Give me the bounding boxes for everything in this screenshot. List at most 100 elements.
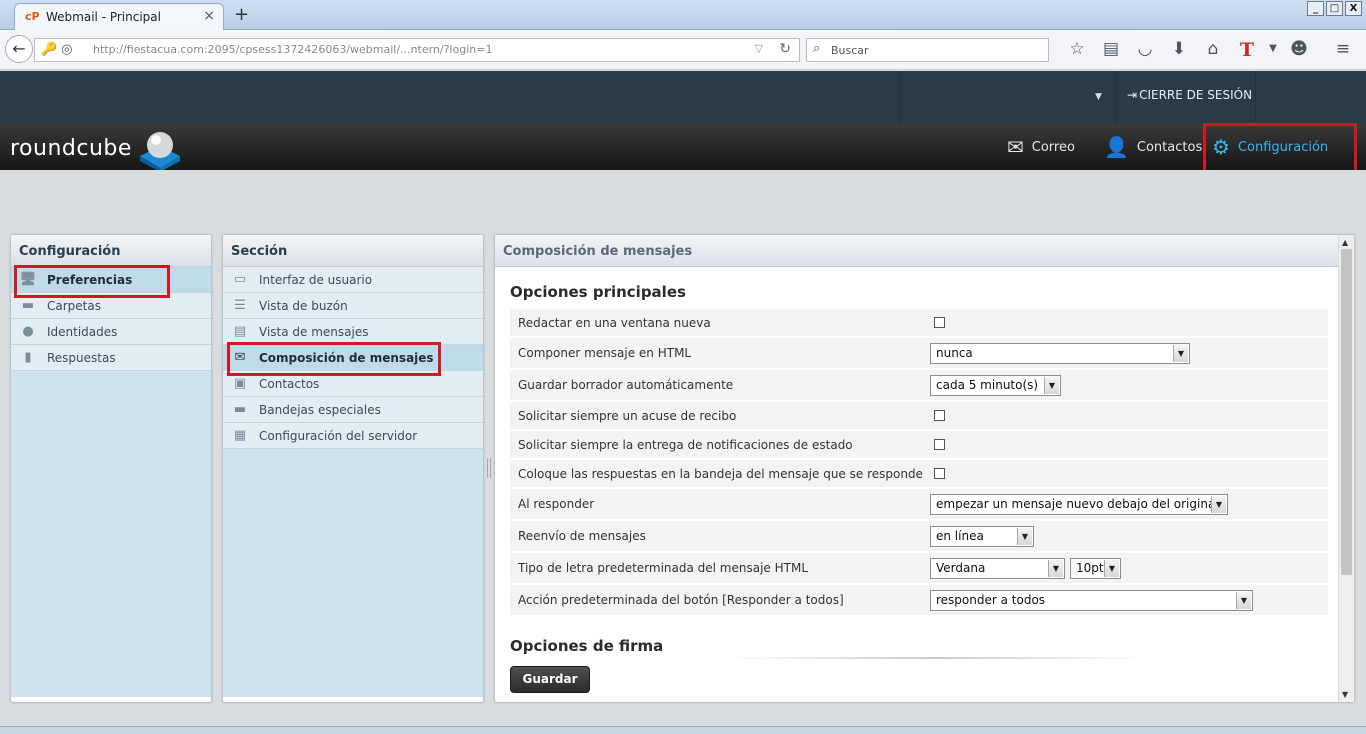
envelope-icon: ✉ (1007, 135, 1024, 159)
select-value: empezar un mensaje nuevo debajo del orig… (936, 497, 1219, 511)
list-item-label: Interfaz de usuario (259, 272, 373, 287)
reply-same-folder-checkbox[interactable] (934, 468, 945, 479)
browser-toolbar-icons: ☆ ▤ ◡ ⬇ ⌂ T ▼ ☻ ≡ (1060, 39, 1360, 61)
dsn-checkbox[interactable] (934, 439, 945, 450)
option-label: Al responder (518, 497, 595, 511)
section-bandejas[interactable]: ▬ Bandejas especiales (223, 397, 483, 423)
option-label: Componer mensaje en HTML (518, 346, 692, 360)
scroll-thumb[interactable] (1341, 249, 1352, 575)
scroll-down-icon[interactable]: ▼ (1342, 690, 1348, 699)
reply-mode-select[interactable]: empezar un mensaje nuevo debajo del orig… (930, 493, 1228, 515)
addon-dropdown-icon[interactable]: ▼ (1264, 39, 1282, 61)
tab-title: Webmail - Principal (46, 10, 161, 24)
new-tab-icon[interactable]: + (234, 4, 249, 25)
list-item-label: Configuración del servidor (259, 428, 418, 443)
monitor-icon: ▭ (233, 272, 247, 287)
url-bar[interactable]: 🔑◎ http://fiestacua.com:2095/cpsess13724… (34, 38, 800, 62)
scroll-up-icon[interactable]: ▲ (1342, 238, 1348, 247)
list-item-label: Carpetas (47, 298, 101, 313)
folder-icon: ▬ (21, 298, 35, 313)
panel-title: Sección (223, 235, 483, 267)
section-servidor[interactable]: ▦ Configuración del servidor (223, 423, 483, 449)
reply-all-select[interactable]: responder a todos ▼ (930, 589, 1253, 611)
option-label: Tipo de letra predeterminada del mensaje… (518, 561, 809, 575)
option-label: Redactar en una ventana nueva (518, 315, 711, 330)
vertical-scrollbar[interactable]: ▲ ▼ (1338, 235, 1354, 702)
chevron-down-icon: ▼ (1104, 559, 1119, 577)
home-icon[interactable]: ⌂ (1196, 39, 1230, 61)
app-header: roundcube ✉ Correo 👤 Contactos ⚙ Configu… (0, 124, 1366, 172)
highlight-box (227, 342, 441, 376)
minimize-button[interactable]: _ (1307, 1, 1324, 16)
panel-fill (223, 449, 483, 697)
settings-tabs-panel: Configuración 🖥 Preferencias ▬ Carpetas … (10, 234, 212, 703)
list-item-label: Bandejas especiales (259, 402, 381, 417)
html-compose-select[interactable]: nunca ▼ (930, 342, 1190, 364)
option-row: Tipo de letra predeterminada del mensaje… (510, 553, 1328, 585)
browser-tab[interactable]: cP Webmail - Principal × (14, 3, 224, 30)
roundcube-logo-icon (140, 132, 180, 172)
nav-contactos-label: Contactos (1136, 139, 1203, 155)
panel-splitter[interactable] (487, 458, 491, 478)
option-value: cada 5 minuto(s) ▼ (930, 374, 1328, 396)
draft-autosave-select[interactable]: cada 5 minuto(s) ▼ (930, 374, 1061, 396)
divider (1115, 71, 1116, 124)
search-bar[interactable]: ⌕ Buscar (806, 38, 1049, 62)
contacts-icon: ▣ (233, 376, 247, 391)
settings-tab-respuestas[interactable]: ▮ Respuestas (11, 345, 211, 371)
list-item-label: Vista de buzón (259, 298, 348, 313)
downloads-icon[interactable]: ⬇ (1162, 39, 1196, 61)
section-title: Opciones de firma (510, 637, 664, 655)
chevron-down-icon: ▼ (1044, 376, 1059, 394)
document-icon: ▮ (24, 350, 32, 365)
forward-mode-select[interactable]: en línea ▼ (930, 525, 1034, 547)
close-window-button[interactable]: X (1345, 1, 1362, 16)
site-identity-icon[interactable]: 🔑◎ (41, 42, 77, 57)
addon-t-icon[interactable]: T (1230, 39, 1264, 61)
app-top-bar: ▼ ⇥ CIERRE DE SESIÓN (0, 71, 1366, 124)
search-placeholder: Buscar (831, 44, 869, 57)
divider (725, 657, 1145, 659)
logout-icon: ⇥ (1127, 88, 1138, 102)
compose-new-window-checkbox[interactable] (934, 317, 945, 328)
option-row: Guardar borrador automáticamente cada 5 … (510, 370, 1328, 402)
maximize-button[interactable]: □ (1326, 1, 1343, 16)
back-button[interactable]: ← (5, 35, 33, 63)
option-row: Componer mensaje en HTML nunca ▼ (510, 338, 1328, 370)
section-interfaz[interactable]: ▭ Interfaz de usuario (223, 267, 483, 293)
panel-title: Configuración (11, 235, 211, 267)
save-button[interactable]: Guardar (510, 666, 590, 693)
close-tab-icon[interactable]: × (203, 8, 215, 24)
reload-icon[interactable]: ↻ (779, 41, 791, 57)
chat-icon[interactable]: ☻ (1282, 39, 1316, 61)
option-label: Solicitar siempre un acuse de recibo (518, 408, 737, 423)
url-text[interactable]: http://fiestacua.com:2095/cpsess13724260… (93, 43, 492, 56)
read-receipt-checkbox[interactable] (934, 410, 945, 421)
option-row: Redactar en una ventana nueva (510, 309, 1328, 338)
nav-contactos[interactable]: 👤 Contactos (1104, 124, 1202, 170)
section-vista-buzon[interactable]: ☰ Vista de buzón (223, 293, 483, 319)
chevron-down-icon: ▼ (1017, 527, 1032, 545)
menu-icon[interactable]: ≡ (1326, 39, 1360, 61)
font-family-select[interactable]: Verdana ▼ (930, 557, 1065, 579)
url-dropdown-icon[interactable]: ▽ (755, 42, 763, 55)
settings-tab-identidades[interactable]: ● Identidades (11, 319, 211, 345)
option-value (930, 410, 1328, 421)
bookmarks-list-icon[interactable]: ▤ (1094, 39, 1128, 61)
caret-down-icon[interactable]: ▼ (1095, 92, 1102, 102)
chevron-down-icon: ▼ (1048, 559, 1063, 577)
sections-panel: Sección ▭ Interfaz de usuario ☰ Vista de… (222, 234, 484, 703)
bookmark-star-icon[interactable]: ☆ (1060, 39, 1094, 61)
pocket-icon[interactable]: ◡ (1128, 39, 1162, 61)
option-value: en línea ▼ (930, 525, 1328, 547)
logout-label: CIERRE DE SESIÓN (1139, 88, 1253, 102)
logout-button[interactable]: ⇥ CIERRE DE SESIÓN (1127, 88, 1252, 102)
logo-text: roundcube (10, 136, 132, 161)
cpanel-icon: cP (25, 10, 40, 23)
font-size-select[interactable]: 10pt ▼ (1070, 557, 1121, 579)
person-icon: ● (22, 324, 34, 339)
nav-correo[interactable]: ✉ Correo (1007, 124, 1075, 170)
option-label: Coloque las respuestas en la bandeja del… (518, 466, 923, 481)
option-row: Al responder empezar un mensaje nuevo de… (510, 489, 1328, 521)
highlight-box (14, 265, 170, 298)
